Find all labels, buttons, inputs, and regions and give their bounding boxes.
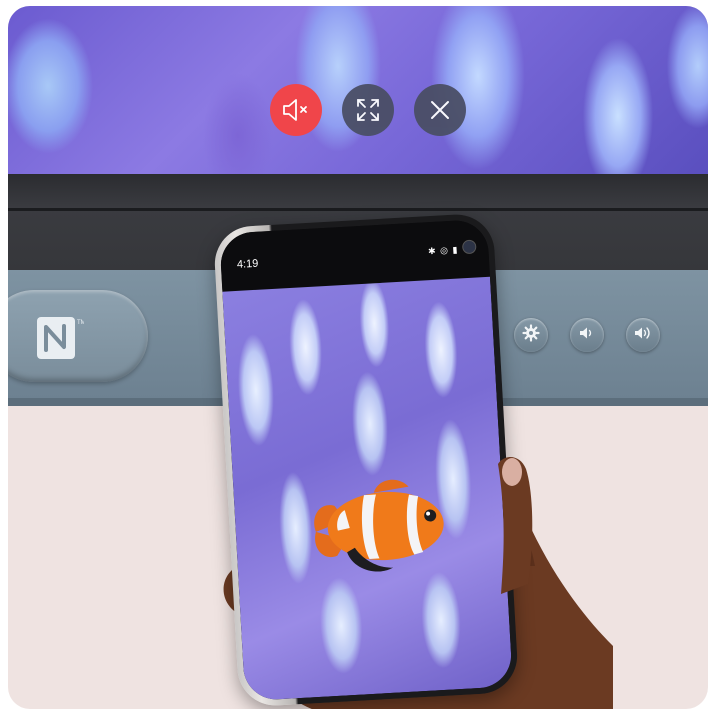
phone-display: 4:19 ✱ ◎ ▮ <box>219 218 513 702</box>
volume-up-icon <box>633 325 653 346</box>
nfc-trademark: TM <box>77 320 84 326</box>
expand-icon <box>355 97 381 123</box>
front-camera-icon <box>461 239 477 255</box>
close-button[interactable] <box>414 84 466 136</box>
nfc-icon: TM <box>36 316 86 360</box>
product-image-frame: TM 4:19 ✱ ◎ ▮ <box>8 6 708 709</box>
volume-down-button[interactable] <box>570 318 604 352</box>
smartphone: 4:19 ✱ ◎ ▮ <box>212 212 520 708</box>
speaker-muted-icon <box>281 97 311 123</box>
tv-screen <box>8 6 708 174</box>
volume-down-icon <box>578 325 596 346</box>
thumb <box>498 457 533 594</box>
gear-icon <box>522 323 540 347</box>
phone-status-icons: ✱ ◎ ▮ <box>427 244 459 257</box>
clownfish-image <box>314 479 444 572</box>
fullscreen-button[interactable] <box>342 84 394 136</box>
settings-button[interactable] <box>514 318 548 352</box>
mute-button[interactable] <box>270 84 322 136</box>
cast-controls <box>270 84 466 136</box>
volume-up-button[interactable] <box>626 318 660 352</box>
phone-mirrored-video <box>222 276 513 702</box>
close-icon <box>429 99 451 121</box>
phone-time: 4:19 <box>236 257 259 271</box>
bezel-divider <box>8 208 708 211</box>
